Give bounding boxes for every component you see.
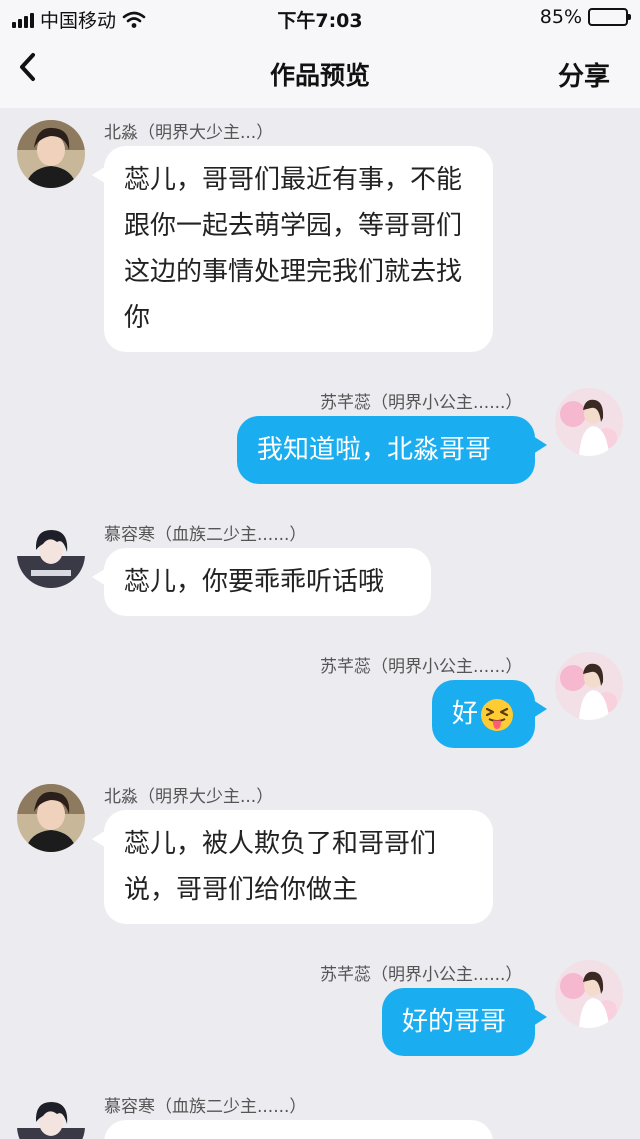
- message-bubble[interactable]: 蕊儿，哥哥们最近有事，不能跟你一起去萌学园，等哥哥们这边的事情处理完我们就去找你: [92, 146, 493, 352]
- message-text: 好: [452, 699, 479, 729]
- sender-name: 苏芊蕊（明界小公主......）: [320, 965, 523, 985]
- suqianrui-avatar[interactable]: [555, 652, 623, 720]
- nav-bar: 作品预览 分享: [0, 36, 640, 108]
- beimiao-avatar[interactable]: [17, 120, 85, 188]
- sender-name: 苏芊蕊（明界小公主......）: [320, 393, 523, 413]
- message-bubble[interactable]: [104, 1120, 493, 1139]
- suqianrui-avatar[interactable]: [555, 388, 623, 456]
- sender-name: 北淼（明界大少主...）: [104, 787, 274, 807]
- message-bubble[interactable]: 蕊儿，你要乖乖听话哦: [92, 548, 431, 616]
- page-title: 作品预览: [269, 61, 370, 90]
- squinting-tongue-emoji-icon: [481, 698, 514, 731]
- sender-name: 北淼（明界大少主...）: [104, 123, 274, 143]
- status-right: 85%: [539, 6, 631, 28]
- message-bubble[interactable]: 我知道啦，北淼哥哥: [237, 416, 547, 484]
- chat-area[interactable]: 北淼（明界大少主...） 蕊儿，哥哥们最近有事，不能跟你一起去萌学园，等哥哥们这…: [0, 108, 640, 1139]
- sender-name: 慕容寒（血族二少主......）: [104, 1097, 307, 1117]
- sender-name: 苏芊蕊（明界小公主......）: [320, 657, 523, 677]
- share-button[interactable]: 分享: [558, 56, 610, 93]
- murongHan-avatar[interactable]: [17, 520, 85, 588]
- message-bubble[interactable]: 蕊儿，被人欺负了和哥哥们说，哥哥们给你做主: [92, 810, 493, 924]
- beimiao-avatar[interactable]: [17, 784, 85, 852]
- sender-name: 慕容寒（血族二少主......）: [104, 525, 307, 545]
- battery-icon: [588, 8, 631, 26]
- murongHan-avatar[interactable]: [17, 1092, 85, 1139]
- status-bar: 中国移动 下午7:03 85%: [0, 0, 640, 36]
- battery-percent: 85%: [539, 6, 582, 28]
- message-bubble[interactable]: 好: [432, 680, 547, 748]
- suqianrui-avatar[interactable]: [555, 960, 623, 1028]
- message-bubble[interactable]: 好的哥哥: [382, 988, 547, 1056]
